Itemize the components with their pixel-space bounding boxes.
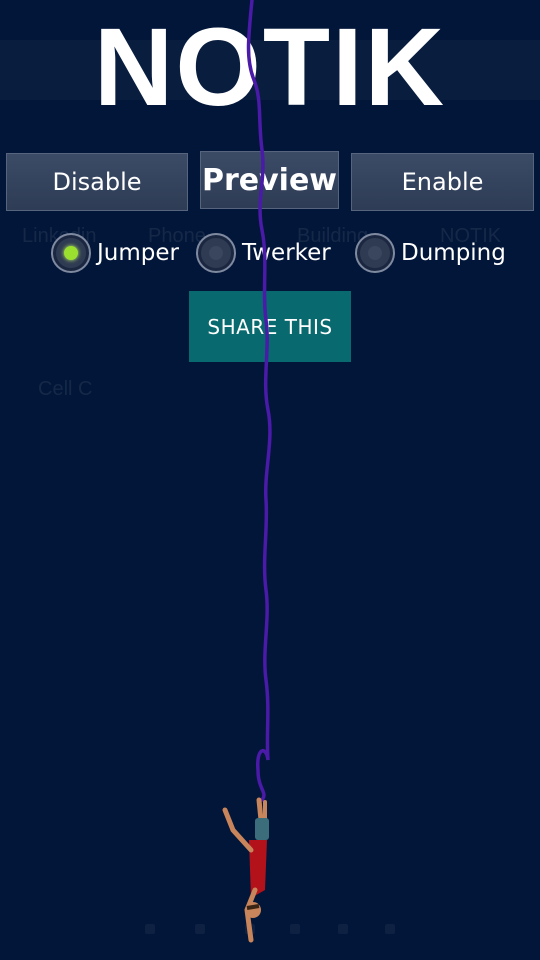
jumper-figure-icon [222,797,269,943]
